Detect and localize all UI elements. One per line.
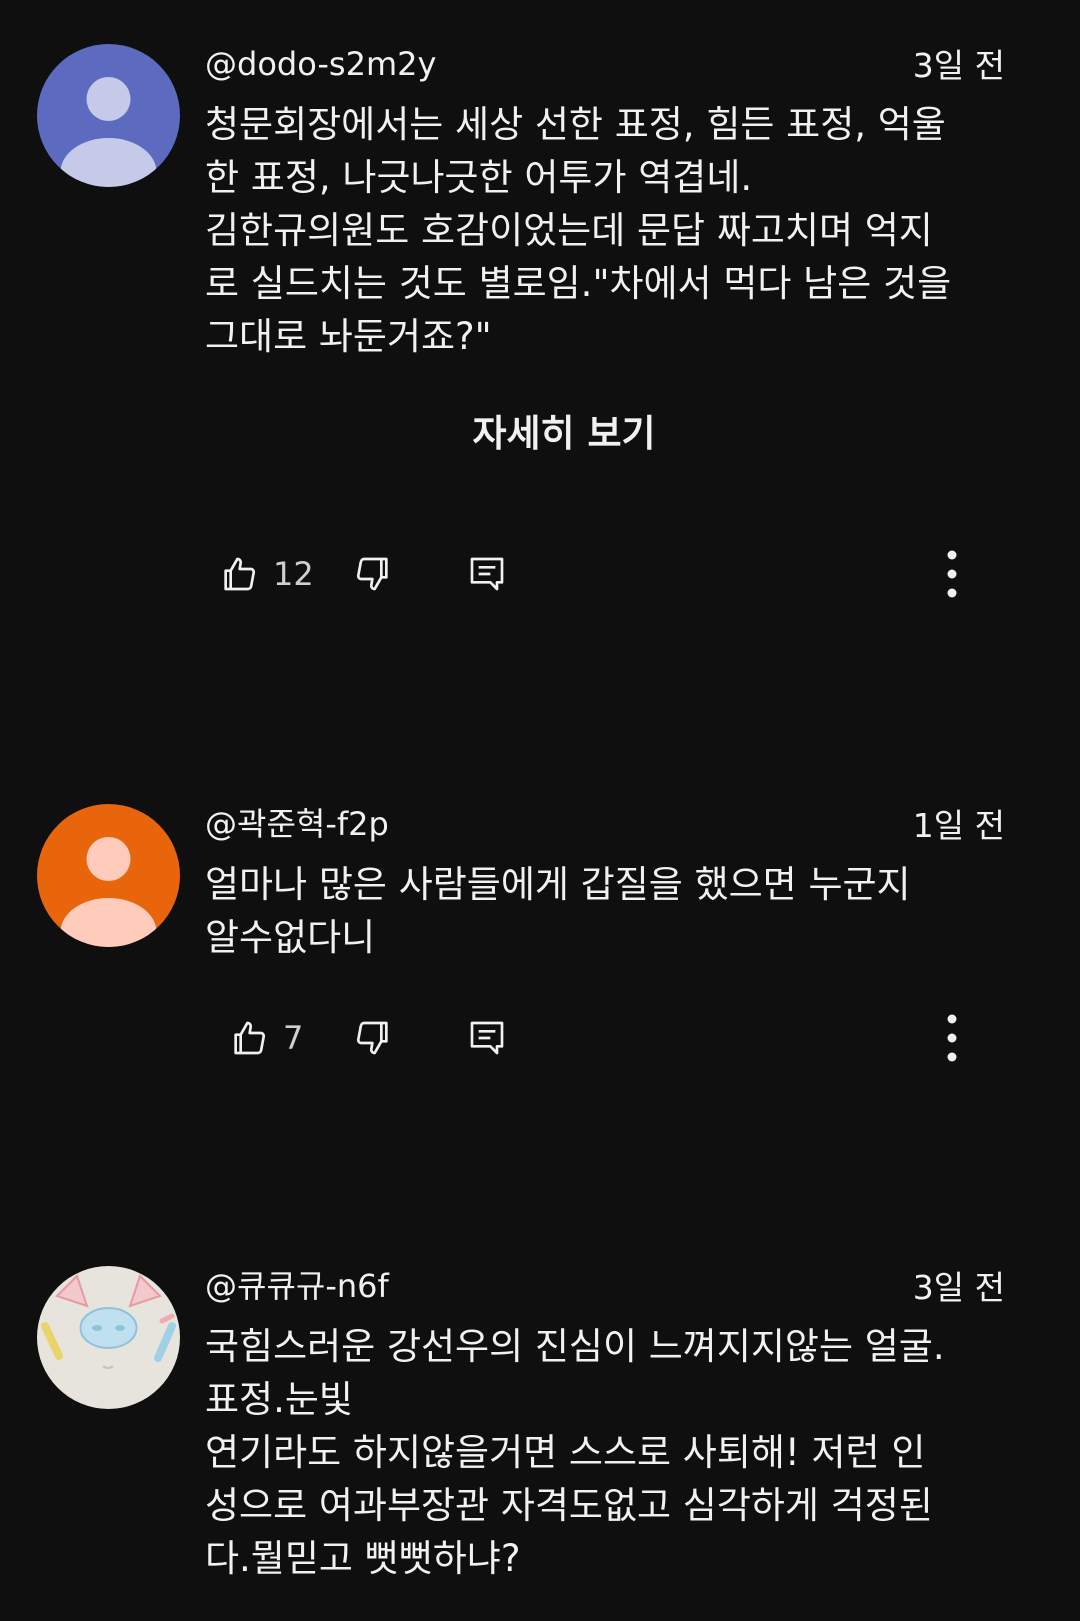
dislike-button[interactable] [353, 546, 393, 602]
more-options-button[interactable] [945, 1010, 959, 1066]
like-button[interactable]: 7 [229, 1010, 303, 1066]
reply-button[interactable] [467, 1010, 507, 1066]
avatar[interactable] [37, 1266, 180, 1409]
avatar[interactable] [37, 804, 180, 947]
comment-timestamp[interactable]: 3일 전 [913, 1268, 1005, 1308]
comment-text: 청문회장에서는 세상 선한 표정, 힘든 표정, 억울 한 표정, 나긋나긋한 … [205, 98, 1005, 363]
reply-icon [470, 557, 504, 591]
comment-line: 한 표정, 나긋나긋한 어투가 역겹네. [205, 156, 753, 199]
comment-line: 얼마나 많은 사람들에게 갑질을 했으면 누군지 [205, 863, 911, 906]
cat-avatar-icon [37, 1266, 180, 1409]
comment-author[interactable]: @곽준혁-f2p [205, 804, 389, 844]
thumb-down-icon [356, 1021, 388, 1055]
comment-timestamp[interactable]: 3일 전 [913, 46, 1005, 86]
comment-actions: 7 [205, 1010, 1025, 1066]
thumb-up-icon [234, 1021, 266, 1055]
like-count: 7 [283, 1019, 304, 1057]
reply-icon [470, 1021, 504, 1055]
comment-line: 그대로 놔둔거죠?" [205, 315, 492, 358]
thumb-up-icon [224, 557, 256, 591]
reply-button[interactable] [467, 546, 507, 602]
comment-line: 표정.눈빛 [205, 1378, 353, 1421]
comment-line: 다.뭘믿고 뻣뻣하냐? [205, 1537, 521, 1580]
default-avatar-icon [37, 804, 180, 947]
comment-line: 김한규의원도 호감이었는데 문답 짜고치며 억지 [205, 209, 933, 252]
comment-actions: 12 [205, 546, 1025, 602]
comment-line: 국힘스러운 강선우의 진심이 느껴지지않는 얼굴. [205, 1325, 945, 1368]
comment-line: 성으로 여과부장관 자격도없고 심각하게 걱정된 [205, 1484, 933, 1527]
comment-line: 청문회장에서는 세상 선한 표정, 힘든 표정, 억울 [205, 103, 946, 146]
comment-line: 연기라도 하지않을거면 스스로 사퇴해! 저런 인 [205, 1431, 926, 1474]
avatar[interactable] [37, 44, 180, 187]
more-vert-icon [947, 1014, 957, 1062]
comment-author[interactable]: @dodo-s2m2y [205, 44, 436, 84]
comment-line: 로 실드치는 것도 별로임."차에서 먹다 남은 것을 [205, 262, 952, 305]
dislike-button[interactable] [353, 1010, 393, 1066]
read-more-button[interactable]: 자세히 보기 [0, 410, 1080, 458]
comment-line: 알수없다니 [205, 916, 376, 959]
more-vert-icon [947, 550, 957, 598]
more-options-button[interactable] [945, 546, 959, 602]
default-avatar-icon [37, 44, 180, 187]
thumb-down-icon [356, 557, 388, 591]
comment-timestamp[interactable]: 1일 전 [913, 806, 1005, 846]
comment-text: 얼마나 많은 사람들에게 갑질을 했으면 누군지 알수없다니 [205, 858, 1005, 964]
like-button[interactable]: 12 [219, 546, 314, 602]
like-count: 12 [273, 555, 314, 593]
comment-text: 국힘스러운 강선우의 진심이 느껴지지않는 얼굴. 표정.눈빛 연기라도 하지않… [205, 1320, 1005, 1585]
comment-author[interactable]: @큐큐규-n6f [205, 1266, 389, 1306]
